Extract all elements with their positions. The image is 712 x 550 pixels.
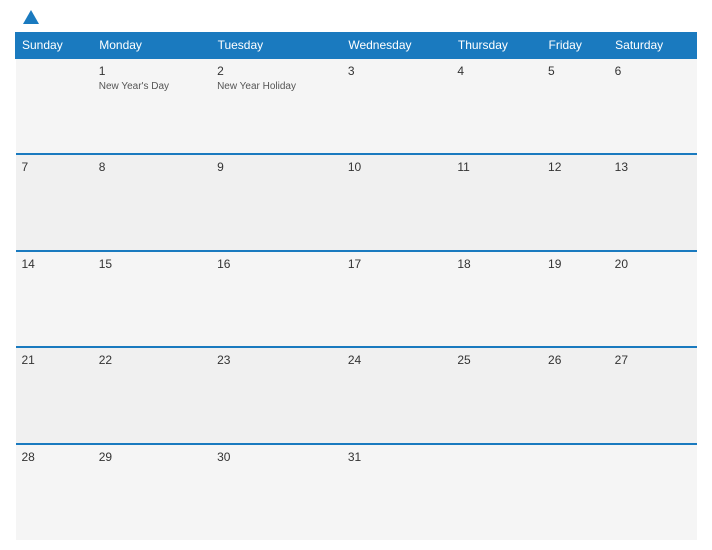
calendar-cell: 22 — [93, 347, 211, 443]
day-number: 31 — [348, 450, 446, 464]
day-number: 12 — [548, 160, 603, 174]
day-header-monday: Monday — [93, 33, 211, 59]
day-number: 6 — [615, 64, 691, 78]
holiday-text: New Year Holiday — [217, 80, 336, 93]
calendar-cell: 5 — [542, 58, 609, 154]
holiday-text: New Year's Day — [99, 80, 205, 93]
calendar-cell: 8 — [93, 154, 211, 250]
logo-triangle-icon — [23, 10, 39, 24]
calendar-cell: 25 — [451, 347, 542, 443]
day-number: 2 — [217, 64, 336, 78]
calendar-table: SundayMondayTuesdayWednesdayThursdayFrid… — [15, 32, 697, 540]
day-number: 29 — [99, 450, 205, 464]
day-number: 11 — [457, 160, 536, 174]
day-number: 8 — [99, 160, 205, 174]
week-row-5: 28 29 30 31 — [16, 444, 697, 540]
day-number: 7 — [22, 160, 87, 174]
calendar-cell: 6 — [609, 58, 697, 154]
calendar-cell: 12 — [542, 154, 609, 250]
week-row-1: 1 New Year's Day 2 New Year Holiday 3456 — [16, 58, 697, 154]
calendar-cell: 13 — [609, 154, 697, 250]
day-number: 25 — [457, 353, 536, 367]
day-header-saturday: Saturday — [609, 33, 697, 59]
day-number: 10 — [348, 160, 446, 174]
calendar-cell: 15 — [93, 251, 211, 347]
day-number: 23 — [217, 353, 336, 367]
calendar-cell: 21 — [16, 347, 93, 443]
day-number: 15 — [99, 257, 205, 271]
day-number: 4 — [457, 64, 536, 78]
calendar-cell: 4 — [451, 58, 542, 154]
day-number: 20 — [615, 257, 691, 271]
calendar-cell: 17 — [342, 251, 452, 347]
day-number: 16 — [217, 257, 336, 271]
logo — [20, 10, 39, 24]
calendar-cell: 3 — [342, 58, 452, 154]
day-number: 30 — [217, 450, 336, 464]
calendar-cell: 2 New Year Holiday — [211, 58, 342, 154]
day-number: 14 — [22, 257, 87, 271]
calendar-cell — [451, 444, 542, 540]
day-header-sunday: Sunday — [16, 33, 93, 59]
day-number: 18 — [457, 257, 536, 271]
days-header-row: SundayMondayTuesdayWednesdayThursdayFrid… — [16, 33, 697, 59]
calendar-cell: 31 — [342, 444, 452, 540]
day-number: 3 — [348, 64, 446, 78]
calendar-cell: 16 — [211, 251, 342, 347]
day-header-wednesday: Wednesday — [342, 33, 452, 59]
calendar-cell: 1 New Year's Day — [93, 58, 211, 154]
day-header-thursday: Thursday — [451, 33, 542, 59]
calendar-cell: 11 — [451, 154, 542, 250]
calendar-cell: 26 — [542, 347, 609, 443]
calendar-cell: 19 — [542, 251, 609, 347]
day-number: 24 — [348, 353, 446, 367]
day-number: 19 — [548, 257, 603, 271]
day-header-friday: Friday — [542, 33, 609, 59]
day-number: 26 — [548, 353, 603, 367]
calendar-cell — [609, 444, 697, 540]
calendar-cell — [542, 444, 609, 540]
day-number: 1 — [99, 64, 205, 78]
calendar-cell: 23 — [211, 347, 342, 443]
day-number: 21 — [22, 353, 87, 367]
calendar-cell: 20 — [609, 251, 697, 347]
day-number: 27 — [615, 353, 691, 367]
calendar-cell: 14 — [16, 251, 93, 347]
week-row-2: 789 10 11 12 13 — [16, 154, 697, 250]
week-row-4: 21 22 23 24 25 26 27 — [16, 347, 697, 443]
calendar-cell: 30 — [211, 444, 342, 540]
calendar-cell: 29 — [93, 444, 211, 540]
day-number: 5 — [548, 64, 603, 78]
calendar-cell: 7 — [16, 154, 93, 250]
day-number: 22 — [99, 353, 205, 367]
day-number: 17 — [348, 257, 446, 271]
calendar-cell: 24 — [342, 347, 452, 443]
calendar-cell: 27 — [609, 347, 697, 443]
calendar-cell: 10 — [342, 154, 452, 250]
day-number: 13 — [615, 160, 691, 174]
day-header-tuesday: Tuesday — [211, 33, 342, 59]
calendar-container: SundayMondayTuesdayWednesdayThursdayFrid… — [0, 0, 712, 550]
calendar-cell: 9 — [211, 154, 342, 250]
week-row-3: 14 15 16 17 18 19 20 — [16, 251, 697, 347]
calendar-cell: 28 — [16, 444, 93, 540]
calendar-cell: 18 — [451, 251, 542, 347]
calendar-header — [15, 10, 697, 24]
day-number: 9 — [217, 160, 336, 174]
day-number: 28 — [22, 450, 87, 464]
calendar-cell — [16, 58, 93, 154]
